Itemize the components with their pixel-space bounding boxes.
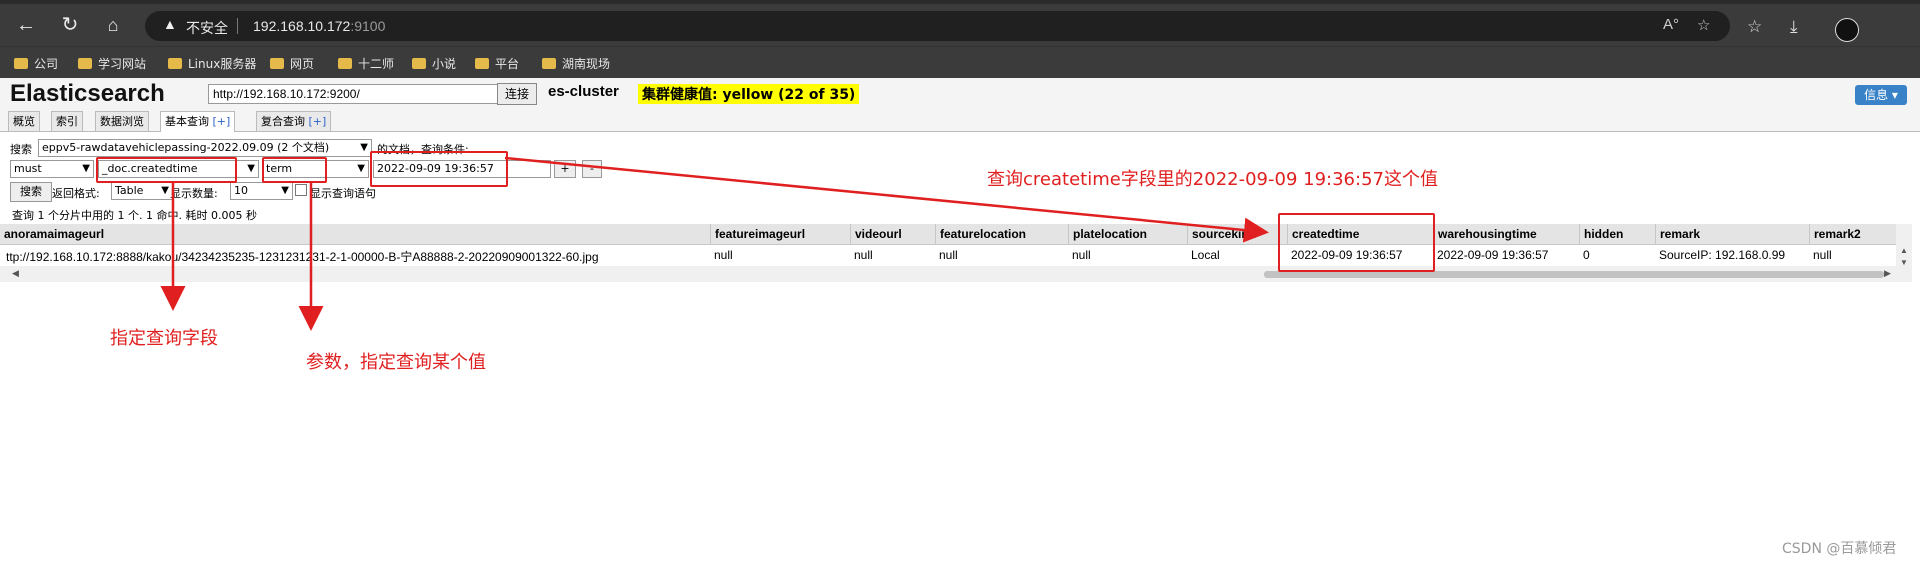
annotation-field-note: 指定查询字段 — [110, 328, 218, 349]
annotation-arrows — [160, 156, 1269, 331]
watermark: CSDN @百慕倾君 — [1782, 541, 1897, 557]
annotation-param-note: 参数，指定查询某个值 — [306, 352, 486, 373]
annotation-right-note: 查询createtime字段里的2022-09-09 19:36:57这个值 — [987, 169, 1438, 190]
